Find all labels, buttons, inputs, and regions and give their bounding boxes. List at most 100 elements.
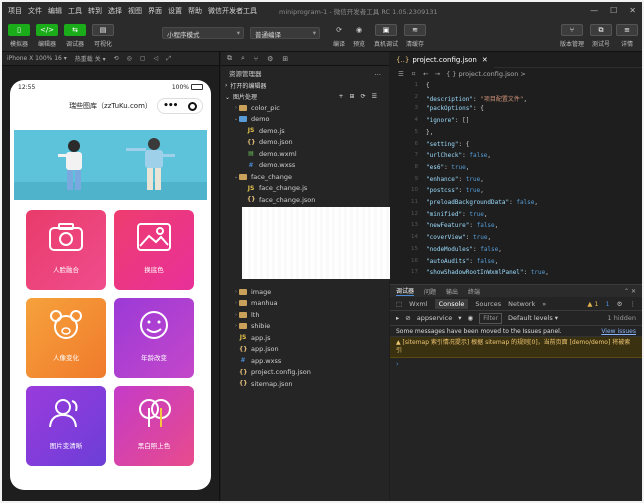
device-select[interactable]: iPhone X 100% 16 ▾ <box>7 55 67 62</box>
tree-item[interactable]: JS face_change.js <box>221 183 308 195</box>
tab-debugger[interactable]: 调试器 <box>396 286 415 296</box>
code-line[interactable]: "nodeModules": false, <box>426 246 502 253</box>
tree-item[interactable]: # demo.wxss <box>221 160 295 172</box>
inspect-icon[interactable]: ⬚ <box>396 300 402 308</box>
editor-toggle[interactable]: </> 编辑器 <box>36 24 58 48</box>
test-account-button[interactable]: ⧉ 测试号 <box>590 24 612 48</box>
info-count[interactable]: 1 <box>606 300 610 308</box>
more-icon[interactable]: ••• <box>163 101 178 111</box>
warning-count[interactable]: ▲ 1 <box>587 300 598 308</box>
levels-select[interactable]: Default levels ▾ <box>508 314 558 322</box>
menu-item-select[interactable]: 选择 <box>108 6 122 16</box>
code-line[interactable]: "autoAudits": false, <box>426 258 498 265</box>
tab-terminal[interactable]: 终端 <box>468 287 480 296</box>
refresh-icon[interactable]: ⟳ <box>361 93 372 100</box>
preview-button[interactable]: ◉ 预览 <box>348 24 370 48</box>
code-line[interactable]: "description": "项目配置文件", <box>426 94 527 103</box>
sidebar-icon[interactable]: ▸ <box>396 314 399 322</box>
tree-item[interactable] <box>221 229 239 241</box>
tree-item[interactable] <box>221 252 239 264</box>
menu-item-project[interactable]: 项目 <box>8 6 22 16</box>
code-line[interactable]: }, <box>426 129 433 136</box>
tree-item[interactable]: › manhua <box>221 298 278 310</box>
tree-item[interactable]: ▤ demo.wxml <box>221 148 297 160</box>
sidebar-toggle-icon[interactable]: ☰ <box>398 70 404 78</box>
git-icon[interactable]: ⑂ <box>254 55 258 63</box>
clear-cache-button[interactable]: ≋ 清缓存 <box>404 24 426 48</box>
screenshot-icon[interactable]: ▢ <box>140 55 146 62</box>
card-face-fusion[interactable]: 人脸融合 <box>26 210 106 290</box>
new-file-icon[interactable]: + <box>339 93 350 100</box>
extensions-icon[interactable]: ⊞ <box>282 55 288 63</box>
menu-item-edit[interactable]: 编辑 <box>48 6 62 16</box>
files-icon[interactable]: ⧉ <box>227 54 232 63</box>
details-button[interactable]: ≡ 详情 <box>616 24 638 48</box>
tree-item[interactable]: JS app.js <box>221 332 271 344</box>
code-line[interactable]: "es6": true, <box>426 164 469 171</box>
code-line[interactable]: "packOptions": { <box>426 105 484 112</box>
tab-wxml[interactable]: Wxml <box>409 300 427 308</box>
eye-icon[interactable]: ◉ <box>468 314 474 322</box>
code-line[interactable]: "showShadowRootInWxmlPanel": true, <box>426 269 549 276</box>
block-icon[interactable]: ⊘ <box>405 314 410 322</box>
visual-toggle[interactable]: ▤ 可视化 <box>92 24 114 48</box>
compile-button[interactable]: ⟳ 编译 <box>328 24 350 48</box>
tree-item[interactable] <box>221 275 239 287</box>
menu-item-interface[interactable]: 界面 <box>148 6 162 16</box>
view-issues-link[interactable]: View issues <box>601 328 636 335</box>
tree-item[interactable]: › shibie <box>221 321 270 333</box>
tree-item[interactable]: › lth <box>221 309 259 321</box>
back-icon[interactable]: ← <box>423 70 428 78</box>
rotate-icon[interactable]: ⟲ <box>114 55 119 62</box>
forward-icon[interactable]: → <box>435 70 440 78</box>
record-icon[interactable]: ◎ <box>127 55 132 62</box>
search-icon[interactable]: ⌕ <box>241 54 245 63</box>
close-icon[interactable]: ✕ <box>482 56 488 64</box>
collapse-icon[interactable]: ☰ <box>372 93 383 100</box>
tree-item[interactable]: › color_pic <box>221 102 280 114</box>
tree-item[interactable]: {} demo.json <box>221 137 293 149</box>
capsule-menu[interactable]: ••• <box>157 98 203 114</box>
editor-tab-project-config[interactable]: {..} project.config.json ✕ <box>390 51 494 68</box>
card-enhance-image[interactable]: 图片变清晰 <box>26 386 106 466</box>
tree-item[interactable]: JS demo.js <box>221 125 285 137</box>
more-icon[interactable]: … <box>375 69 382 77</box>
volume-icon[interactable]: ◁ <box>154 55 159 62</box>
card-colorize[interactable]: 黑白照上色 <box>114 386 194 466</box>
menu-item-goto[interactable]: 转到 <box>88 6 102 16</box>
simulator-toggle[interactable]: ▯ 模拟器 <box>8 24 30 48</box>
minimize-icon[interactable]: — <box>590 6 598 15</box>
code-line[interactable]: "minified": true, <box>426 211 487 218</box>
version-button[interactable]: ⑂ 版本管理 <box>560 24 584 48</box>
code-line[interactable]: "postcss": true, <box>426 187 484 194</box>
code-line[interactable]: "coverView": true, <box>426 234 491 241</box>
tab-problems[interactable]: 问题 <box>424 287 436 296</box>
menu-item-devtools[interactable]: 微信开发者工具 <box>208 6 257 16</box>
tab-console[interactable]: Console <box>434 298 469 309</box>
tree-item[interactable]: ⌄ demo <box>221 114 270 126</box>
card-change-background[interactable]: 换底色 <box>114 210 194 290</box>
code-line[interactable]: "enhance": true, <box>426 176 484 183</box>
code-line[interactable]: { <box>426 82 430 89</box>
tree-item[interactable]: {} app.json <box>221 344 279 356</box>
close-mini-icon[interactable] <box>187 101 197 111</box>
code-line[interactable]: "setting": { <box>426 141 469 148</box>
context-select[interactable]: appservice <box>417 314 453 322</box>
menu-item-settings[interactable]: 设置 <box>168 6 182 16</box>
menu-item-view[interactable]: 视图 <box>128 6 142 16</box>
tree-item[interactable]: {} face_change.json <box>221 194 315 206</box>
tree-item[interactable] <box>221 263 239 275</box>
code-line[interactable]: "preloadBackgroundData": false, <box>426 199 538 206</box>
tree-item[interactable]: {} sitemap.json <box>221 378 293 390</box>
collapse-panel-icon[interactable]: ⌃ ✕ <box>624 288 636 295</box>
open-editors-section[interactable]: › 打开的编辑器 <box>221 80 389 91</box>
card-age-change[interactable]: 年龄改变 <box>114 298 194 378</box>
card-portrait-change[interactable]: 人像变化 <box>26 298 106 378</box>
mode-select[interactable]: 小程序模式 ▾ <box>162 27 244 39</box>
compile-select[interactable]: 普通编译 ▾ <box>250 27 320 39</box>
tab-sources[interactable]: Sources <box>475 300 501 308</box>
debugger-toggle[interactable]: ⇆ 调试器 <box>64 24 86 48</box>
tree-item[interactable]: # app.wxss <box>221 355 281 367</box>
hot-reload-select[interactable]: 热重载 关 ▾ <box>75 54 106 63</box>
remote-debug-button[interactable]: ▣ 真机调试 <box>374 24 398 48</box>
